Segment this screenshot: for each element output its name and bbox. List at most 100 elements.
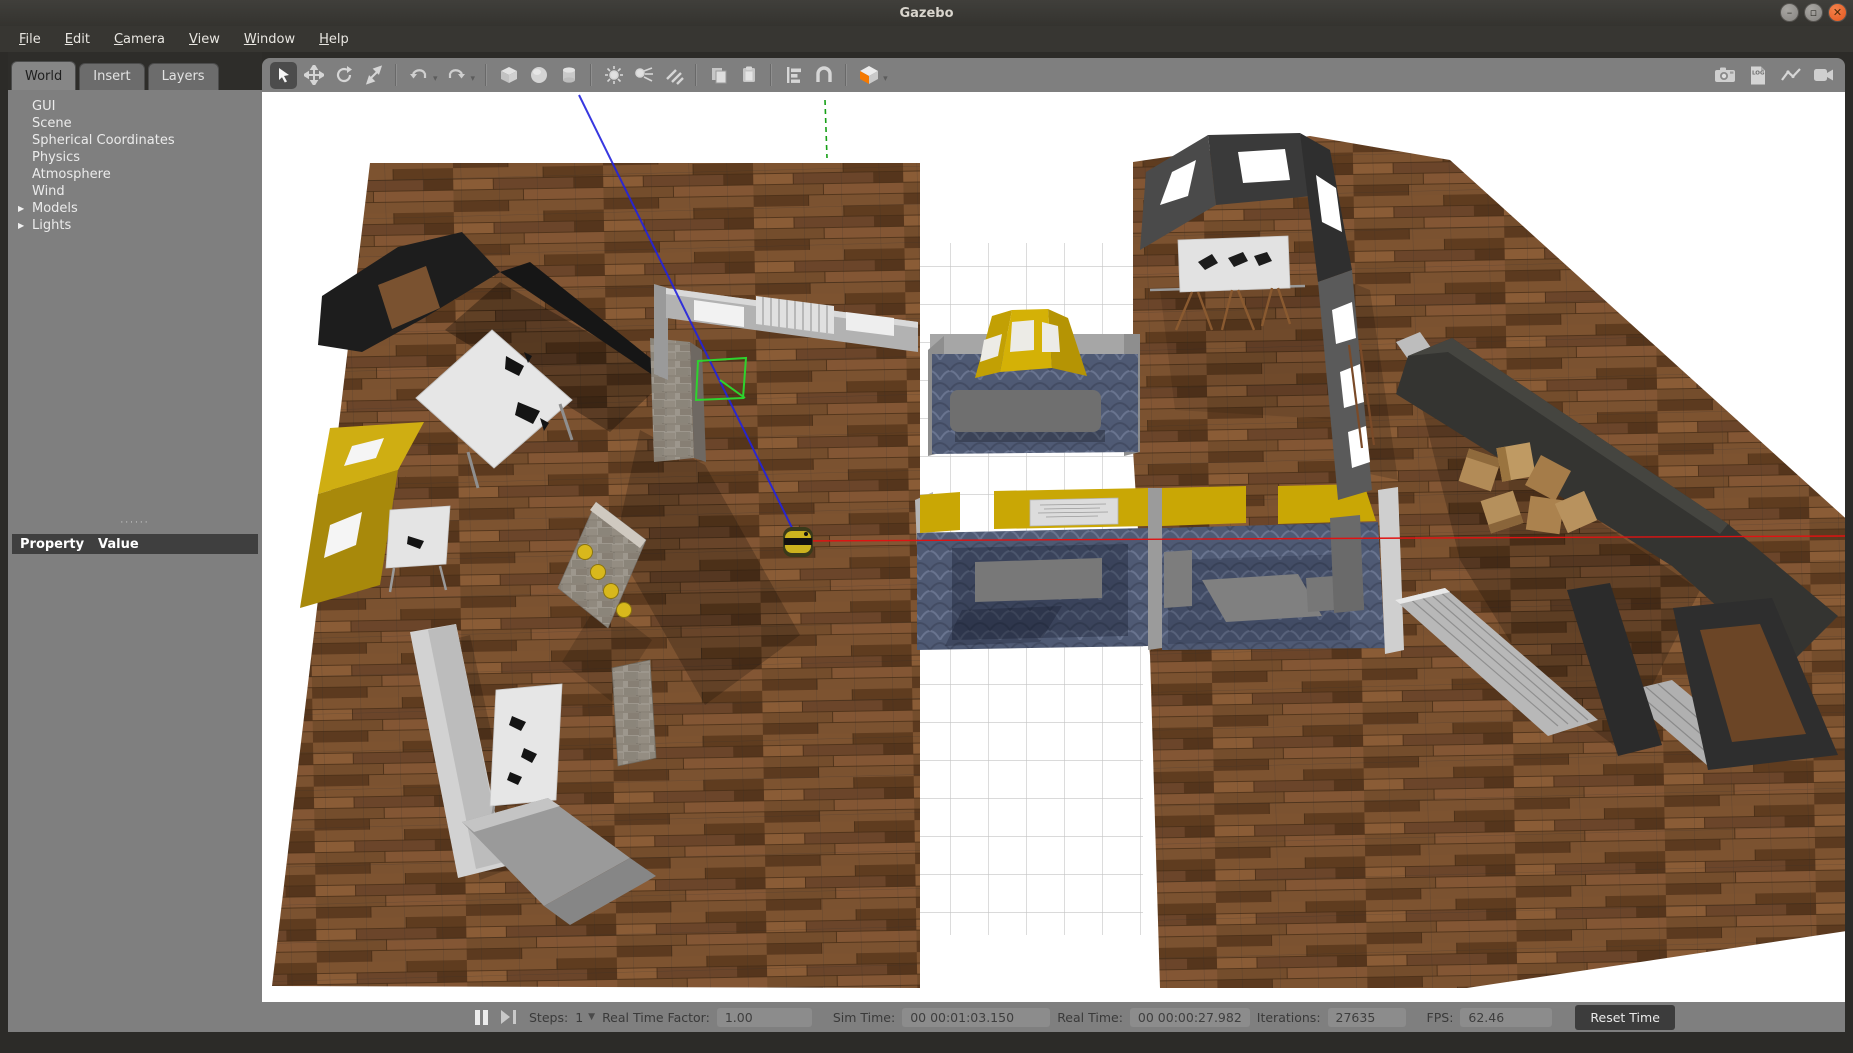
tree-item-label: Physics xyxy=(32,150,80,165)
point-light-icon[interactable] xyxy=(600,62,627,89)
tree-item-label: Lights xyxy=(32,218,71,233)
tree-item-atmosphere[interactable]: Atmosphere xyxy=(18,166,262,183)
tab-layers[interactable]: Layers xyxy=(148,63,219,90)
tree-item-label: Atmosphere xyxy=(32,167,111,182)
undo-dropdown-icon[interactable]: ▾ xyxy=(433,74,438,84)
tree-item-label: Scene xyxy=(32,116,72,131)
viewport: ▾ ▾ xyxy=(262,52,1845,1032)
redo-dropdown-icon[interactable]: ▾ xyxy=(471,74,476,84)
room-divider xyxy=(1148,488,1162,650)
log-recorder-icon[interactable]: LOG xyxy=(1744,62,1771,89)
reset-time-button[interactable]: Reset Time xyxy=(1575,1005,1674,1030)
cylinder-shape-icon[interactable] xyxy=(555,62,582,89)
snap-icon[interactable] xyxy=(810,62,837,89)
toolbar-separator xyxy=(395,64,397,86)
iterations-label: Iterations: xyxy=(1257,1010,1321,1025)
tree-item-label: Models xyxy=(32,201,78,216)
close-button[interactable]: ✕ xyxy=(1828,3,1847,22)
sphere-shape-icon[interactable] xyxy=(525,62,552,89)
menu-edit[interactable]: Edit xyxy=(56,29,99,50)
armchair xyxy=(1164,550,1192,608)
rtf-value: 1.00 xyxy=(717,1008,812,1027)
steps-label: Steps: xyxy=(529,1010,568,1025)
scene-3d-view[interactable] xyxy=(262,92,1845,1002)
property-table-header: Property Value xyxy=(12,534,258,554)
tall-cabinet xyxy=(1330,515,1364,613)
render-toolbar: ▾ ▾ xyxy=(262,58,1845,92)
toolbar-separator xyxy=(485,64,487,86)
plot-icon[interactable] xyxy=(1777,62,1804,89)
sim-time-value: 00 00:01:03.150 xyxy=(902,1008,1050,1027)
toolbar-separator xyxy=(590,64,592,86)
toolbar-separator xyxy=(770,64,772,86)
tree-item-label: Spherical Coordinates xyxy=(32,133,175,148)
view-angle-dropdown-icon[interactable]: ▾ xyxy=(883,74,888,84)
tab-world[interactable]: World xyxy=(11,61,76,90)
menu-help[interactable]: Help xyxy=(310,29,358,50)
scale-tool-icon[interactable] xyxy=(360,62,387,89)
left-panel: World Insert Layers GUI Scene Spherical … xyxy=(8,52,262,1032)
whiteboard xyxy=(1030,498,1118,526)
real-time-label: Real Time: xyxy=(1057,1010,1123,1025)
property-column-header: Property xyxy=(12,537,98,552)
directional-light-icon[interactable] xyxy=(660,62,687,89)
record-video-icon[interactable] xyxy=(1810,62,1837,89)
menu-file[interactable]: File xyxy=(10,29,50,50)
pause-button[interactable] xyxy=(475,1010,488,1025)
fps-label: FPS: xyxy=(1427,1010,1454,1025)
maximize-button[interactable]: ▫ xyxy=(1804,3,1823,22)
menu-camera[interactable]: Camera xyxy=(105,29,174,50)
toolbar-separator xyxy=(845,64,847,86)
rotate-tool-icon[interactable] xyxy=(330,62,357,89)
copy-icon[interactable] xyxy=(705,62,732,89)
tree-item-label: Wind xyxy=(32,184,65,199)
tree-item-models[interactable]: ▶ Models xyxy=(18,200,262,217)
turtlebot-robot[interactable] xyxy=(783,527,813,557)
rtf-label: Real Time Factor: xyxy=(602,1010,710,1025)
scene-tree: GUI Scene Spherical Coordinates Physics … xyxy=(8,90,262,234)
sofa xyxy=(950,390,1101,432)
minimize-button[interactable]: – xyxy=(1780,3,1799,22)
tree-item-gui[interactable]: GUI xyxy=(18,98,262,115)
steps-value[interactable]: 1 xyxy=(575,1010,583,1025)
stone-panel xyxy=(612,660,656,766)
conference-table xyxy=(975,558,1102,602)
screenshot-icon[interactable] xyxy=(1711,62,1738,89)
tree-item-physics[interactable]: Physics xyxy=(18,149,262,166)
tree-item-scene[interactable]: Scene xyxy=(18,115,262,132)
value-column-header: Value xyxy=(98,537,139,552)
iterations-value: 27635 xyxy=(1328,1008,1406,1027)
translate-tool-icon[interactable] xyxy=(300,62,327,89)
paste-icon[interactable] xyxy=(735,62,762,89)
svg-text:LOG: LOG xyxy=(1752,70,1765,76)
expand-icon: ▶ xyxy=(18,204,32,213)
simulation-status-bar: Steps: 1 ▼ Real Time Factor: 1.00 Sim Ti… xyxy=(262,1002,1845,1032)
step-button[interactable] xyxy=(501,1010,516,1024)
property-table-body xyxy=(8,554,262,1032)
tree-item-label: GUI xyxy=(32,99,55,114)
menu-view[interactable]: View xyxy=(180,29,229,50)
panel-tabs: World Insert Layers xyxy=(8,52,262,90)
expand-icon: ▶ xyxy=(18,221,32,230)
select-tool-icon[interactable] xyxy=(270,62,297,89)
steps-dropdown-icon[interactable]: ▼ xyxy=(588,1012,595,1022)
tree-item-wind[interactable]: Wind xyxy=(18,183,262,200)
fps-value: 62.46 xyxy=(1460,1008,1552,1027)
sim-time-label: Sim Time: xyxy=(833,1010,895,1025)
window-title: Gazebo xyxy=(899,6,953,21)
align-icon[interactable] xyxy=(780,62,807,89)
box-shape-icon[interactable] xyxy=(495,62,522,89)
gazebo-world-render xyxy=(262,92,1845,1002)
tree-item-lights[interactable]: ▶ Lights xyxy=(18,217,262,234)
view-angle-icon[interactable] xyxy=(855,62,882,89)
spot-light-icon[interactable] xyxy=(630,62,657,89)
menu-window[interactable]: Window xyxy=(235,29,304,50)
tab-insert[interactable]: Insert xyxy=(79,63,144,90)
window-controls: – ▫ ✕ xyxy=(1780,3,1847,22)
menu-bar: File Edit Camera View Window Help xyxy=(0,26,1853,52)
tree-item-spherical-coordinates[interactable]: Spherical Coordinates xyxy=(18,132,262,149)
panel-splitter-handle[interactable]: ······ xyxy=(8,518,262,534)
undo-icon[interactable] xyxy=(405,62,432,89)
real-time-value: 00 00:00:27.982 xyxy=(1130,1008,1250,1027)
redo-icon[interactable] xyxy=(443,62,470,89)
